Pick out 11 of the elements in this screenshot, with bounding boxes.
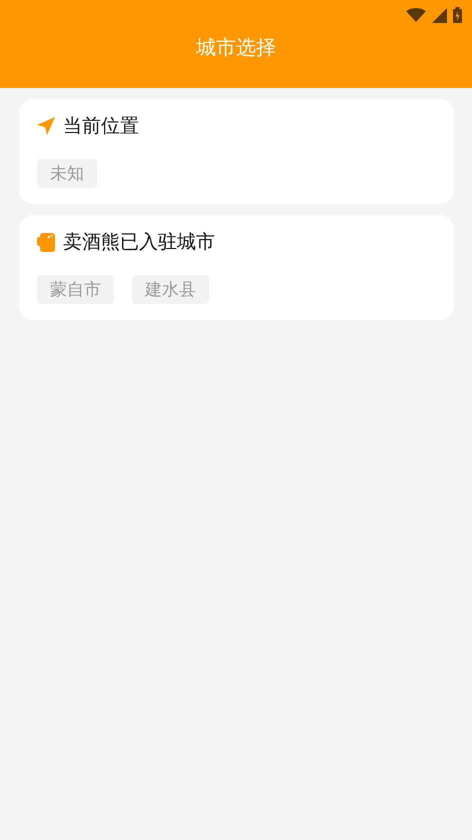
section-title: 当前位置: [63, 114, 139, 139]
section-title: 卖酒熊已入驻城市: [63, 230, 215, 255]
wifi-icon: [406, 8, 426, 22]
battery-icon: [453, 7, 462, 23]
page-title: 城市选择: [195, 34, 277, 61]
navigation-arrow-icon: [37, 117, 55, 135]
cup-icon: [37, 232, 55, 252]
signal-icon: [432, 8, 447, 22]
city-chip[interactable]: 建水县: [132, 275, 209, 304]
city-chip[interactable]: 未知: [37, 159, 97, 188]
city-chip[interactable]: 蒙自市: [37, 275, 114, 304]
